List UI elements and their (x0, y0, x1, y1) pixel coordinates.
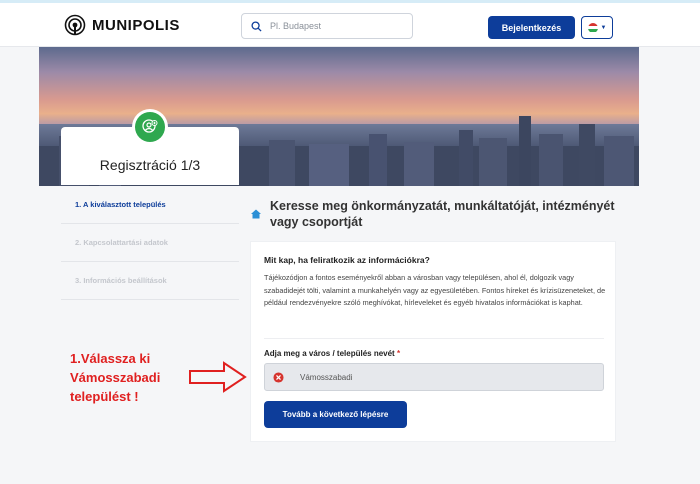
required-mark: * (396, 349, 401, 358)
search-input[interactable] (270, 21, 410, 31)
registration-panel: Mit kap, ha feliratkozik az információkr… (250, 241, 616, 442)
page-title: Keresse meg önkormányzatát, munkáltatójá… (270, 199, 615, 229)
info-heading: Mit kap, ha feliratkozik az információkr… (264, 255, 430, 265)
user-add-icon (142, 119, 158, 133)
arrow-right-icon (189, 361, 247, 393)
language-selector[interactable]: ▼ (581, 16, 613, 39)
clear-icon[interactable] (273, 371, 284, 383)
settlement-field-label: Adja meg a város / település nevét * (264, 349, 400, 358)
user-add-badge (132, 109, 168, 145)
step-information-settings: 3. Információs beállítások (61, 262, 239, 300)
broadcast-icon (64, 14, 86, 36)
info-text: Tájékozódjon a fontos eseményekről abban… (264, 273, 606, 307)
registration-title: Regisztráció 1/3 (99, 157, 201, 173)
settlement-field[interactable] (264, 363, 604, 391)
step-contact-details: 2. Kapcsolattartási adatok (61, 224, 239, 262)
logo-text: MUNIPOLIS (92, 16, 180, 34)
search-box[interactable] (241, 13, 413, 39)
hungarian-flag-icon (587, 22, 598, 33)
login-button[interactable]: Bejelentkezés (488, 16, 575, 39)
step-selected-settlement[interactable]: 1. A kiválasztott település (61, 186, 239, 224)
home-icon[interactable] (250, 208, 262, 220)
instruction-annotation: 1.Válassza ki Vámosszabadi települést ! (70, 351, 161, 404)
main-heading: Keresse meg önkormányzatát, munkáltatójá… (250, 198, 620, 230)
next-step-button[interactable]: Tovább a következő lépésre (264, 401, 407, 428)
registration-steps: 1. A kiválasztott település 2. Kapcsolat… (61, 186, 239, 300)
settlement-input[interactable] (300, 372, 580, 382)
caret-down-icon: ▼ (600, 24, 607, 31)
header: MUNIPOLIS Bejelentkezés ▼ (0, 3, 700, 47)
search-icon (251, 20, 262, 32)
divider (264, 338, 604, 339)
logo[interactable]: MUNIPOLIS (64, 14, 180, 36)
settlement-label-text: Adja meg a város / település nevét (264, 349, 395, 358)
